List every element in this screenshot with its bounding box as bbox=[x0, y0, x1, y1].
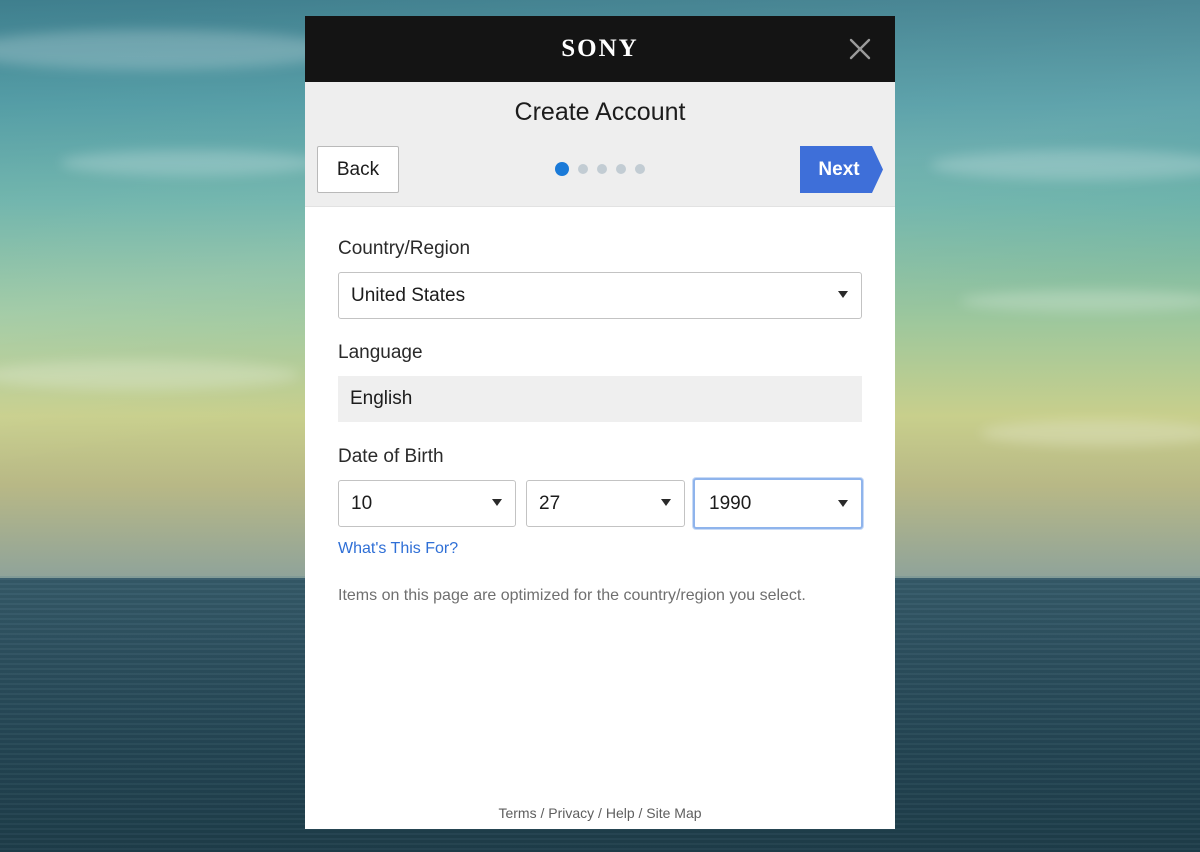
dob-month-value: 10 bbox=[351, 492, 373, 514]
dob-year-value: 1990 bbox=[709, 492, 752, 514]
privacy-link[interactable]: Privacy bbox=[548, 805, 594, 821]
step-dot bbox=[597, 164, 607, 174]
dob-year-select[interactable]: 1990 bbox=[693, 478, 863, 529]
step-dot bbox=[616, 164, 626, 174]
language-field: English bbox=[338, 376, 862, 422]
step-dot-active bbox=[555, 162, 569, 176]
country-select[interactable]: United States bbox=[338, 272, 862, 319]
site-map-link[interactable]: Site Map bbox=[646, 805, 701, 821]
region-note: Items on this page are optimized for the… bbox=[338, 587, 806, 604]
dob-day-select[interactable]: 27 bbox=[526, 480, 685, 527]
help-link[interactable]: Help bbox=[606, 805, 635, 821]
next-button[interactable]: Next bbox=[800, 146, 884, 193]
step-dot bbox=[635, 164, 645, 174]
chevron-down-icon bbox=[838, 500, 848, 507]
footer-separator: / bbox=[638, 805, 643, 821]
dob-month-select[interactable]: 10 bbox=[338, 480, 516, 527]
create-account-dialog: SONY Create Account Back Next Country/Re… bbox=[305, 16, 895, 829]
chevron-down-icon bbox=[492, 499, 502, 506]
chevron-down-icon bbox=[661, 499, 671, 506]
close-icon[interactable] bbox=[847, 36, 873, 62]
terms-link[interactable]: Terms bbox=[498, 805, 536, 821]
country-value: United States bbox=[351, 284, 466, 306]
page-title: Create Account bbox=[514, 98, 686, 126]
brand-bar: SONY bbox=[305, 16, 895, 82]
sony-logo: SONY bbox=[561, 35, 639, 62]
footer-separator: / bbox=[598, 805, 602, 821]
dob-day-value: 27 bbox=[539, 492, 561, 514]
cloud bbox=[60, 150, 320, 176]
dob-label: Date of Birth bbox=[338, 446, 444, 467]
next-label: Next bbox=[818, 158, 860, 180]
whats-this-for-link[interactable]: What's This For? bbox=[338, 540, 458, 558]
dialog-header: Create Account Back Next bbox=[305, 82, 895, 207]
chevron-down-icon bbox=[838, 291, 848, 298]
footer-links: Terms / Privacy / Help / Site Map bbox=[305, 805, 895, 821]
country-label: Country/Region bbox=[338, 238, 471, 259]
desktop-background: SONY Create Account Back Next Country/Re… bbox=[0, 0, 1200, 852]
step-dot bbox=[578, 164, 588, 174]
language-label: Language bbox=[338, 342, 423, 363]
footer-separator: / bbox=[540, 805, 545, 821]
language-value: English bbox=[350, 388, 413, 409]
